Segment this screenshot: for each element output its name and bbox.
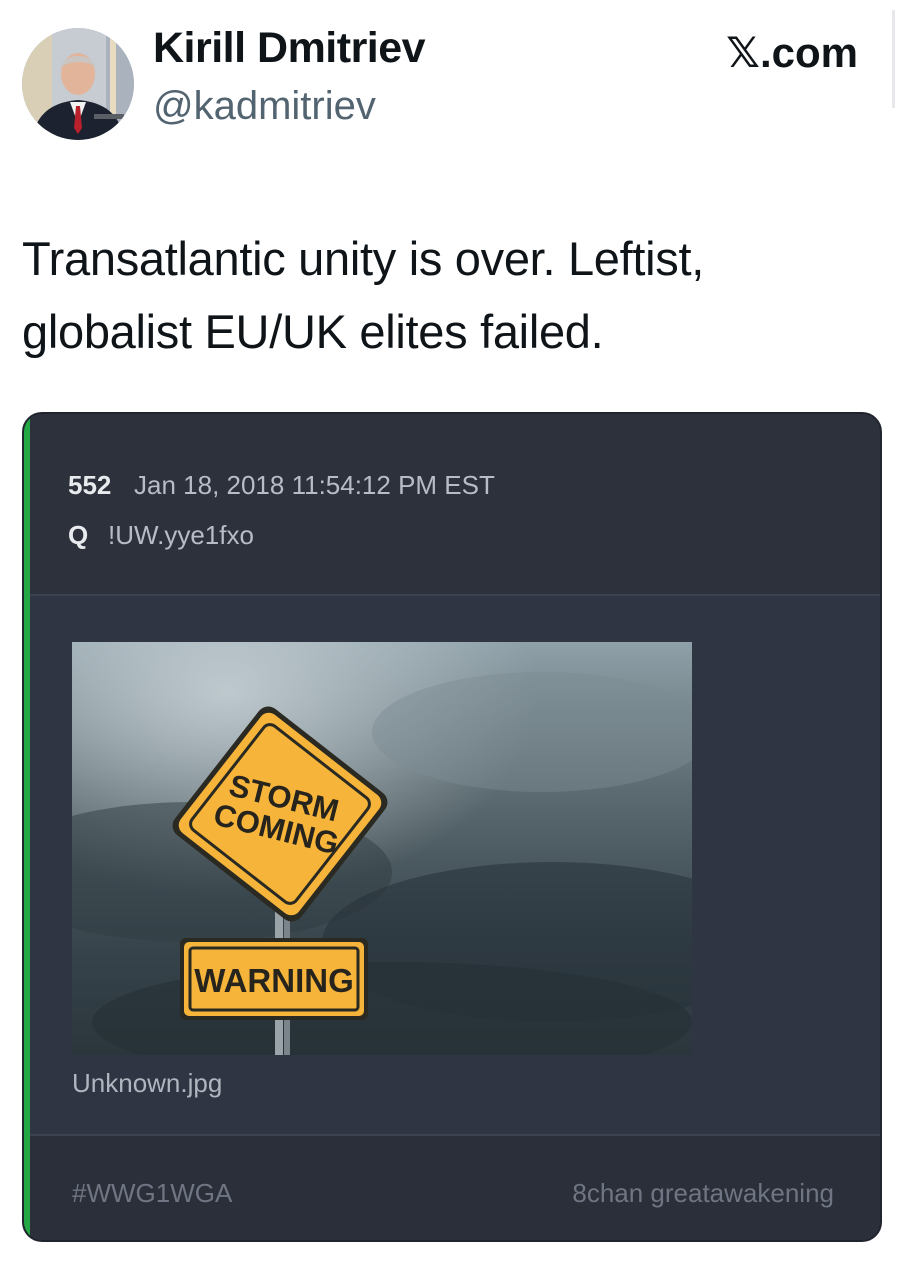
storm-warning-image[interactable]: STORM COMING WARNING [72,642,692,1055]
tweet-text-line: globalist EU/UK elites failed. [22,305,604,358]
tweet-text: Transatlantic unity is over. Leftist, gl… [22,222,882,368]
poster-tripcode: !UW.yye1fxo [108,520,254,550]
author-avatar[interactable] [22,28,134,140]
plate-text-warning: WARNING [194,962,354,999]
post-timestamp: Jan 18, 2018 11:54:12 PM EST [134,470,495,500]
author-name[interactable]: Kirill Dmitriev [153,24,426,73]
post-body: STORM COMING WARNING Unknown.jpg [24,596,880,1134]
attachment-filename[interactable]: Unknown.jpg [72,1068,222,1099]
x-logo-icon: 𝕏 [726,28,760,77]
post-board[interactable]: 8chan greatawakening [572,1178,834,1209]
author-handle[interactable]: @kadmitriev [153,84,376,129]
tweet-text-line: Transatlantic unity is over. Leftist, [22,232,705,285]
card-accent-bar [24,414,30,1240]
storm-sky-picture: STORM COMING WARNING [72,642,692,1055]
warning-plate: WARNING [180,938,368,1020]
site-badge-suffix: .com [759,29,858,76]
post-header: 552 Jan 18, 2018 11:54:12 PM EST Q !UW.y… [24,414,880,596]
avatar-photo [22,28,134,140]
edge-divider [892,10,895,108]
poster-name: Q [68,520,89,550]
post-number: 552 [68,470,112,500]
embedded-post-card[interactable]: 552 Jan 18, 2018 11:54:12 PM EST Q !UW.y… [22,412,882,1242]
site-badge: 𝕏.com [726,28,858,77]
post-hashtag[interactable]: #WWG1WGA [72,1178,232,1209]
post-footer: #WWG1WGA 8chan greatawakening [24,1134,880,1240]
